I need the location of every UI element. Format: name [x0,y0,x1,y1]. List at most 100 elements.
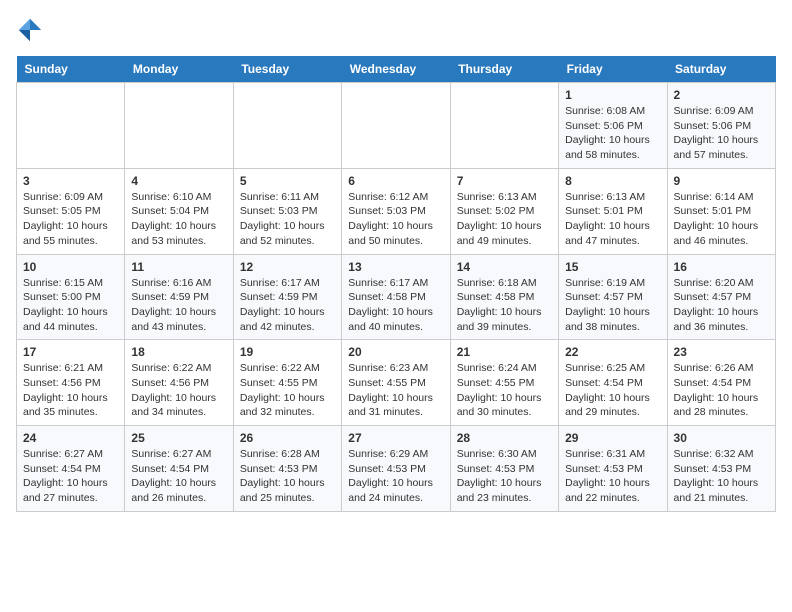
calendar-day-cell: 13 Sunrise: 6:17 AMSunset: 4:58 PMDayligh… [342,254,450,340]
day-number: 15 [565,260,660,274]
day-info: Sunrise: 6:17 AMSunset: 4:59 PMDaylight:… [240,276,335,335]
calendar-day-cell: 1 Sunrise: 6:08 AMSunset: 5:06 PMDaylight… [559,83,667,169]
day-info: Sunrise: 6:23 AMSunset: 4:55 PMDaylight:… [348,361,443,420]
calendar-day-cell [342,83,450,169]
day-info: Sunrise: 6:29 AMSunset: 4:53 PMDaylight:… [348,447,443,506]
day-number: 16 [674,260,769,274]
day-info: Sunrise: 6:22 AMSunset: 4:55 PMDaylight:… [240,361,335,420]
calendar-day-cell: 2 Sunrise: 6:09 AMSunset: 5:06 PMDaylight… [667,83,775,169]
day-number: 21 [457,345,552,359]
calendar-day-cell: 26 Sunrise: 6:28 AMSunset: 4:53 PMDayligh… [233,426,341,512]
day-number: 30 [674,431,769,445]
weekday-header-cell: Wednesday [342,56,450,83]
calendar-day-cell: 30 Sunrise: 6:32 AMSunset: 4:53 PMDayligh… [667,426,775,512]
day-number: 28 [457,431,552,445]
day-number: 7 [457,174,552,188]
calendar-day-cell: 25Sunrise: 6:27 AMSunset: 4:54 PMDayligh… [125,426,233,512]
calendar-day-cell: 19 Sunrise: 6:22 AMSunset: 4:55 PMDayligh… [233,340,341,426]
day-number: 13 [348,260,443,274]
day-info: Sunrise: 6:27 AMSunset: 4:54 PMDaylight:… [23,447,118,506]
day-info: Sunrise: 6:31 AMSunset: 4:53 PMDaylight:… [565,447,660,506]
calendar-day-cell: 9 Sunrise: 6:14 AMSunset: 5:01 PMDaylight… [667,168,775,254]
calendar-day-cell: 14 Sunrise: 6:18 AMSunset: 4:58 PMDayligh… [450,254,558,340]
calendar-week-row: 17 Sunrise: 6:21 AMSunset: 4:56 PMDayligh… [17,340,776,426]
weekday-header-cell: Friday [559,56,667,83]
day-number: 9 [674,174,769,188]
day-info: Sunrise: 6:14 AMSunset: 5:01 PMDaylight:… [674,190,769,249]
day-number: 6 [348,174,443,188]
calendar-day-cell: 22 Sunrise: 6:25 AMSunset: 4:54 PMDayligh… [559,340,667,426]
day-info: Sunrise: 6:13 AMSunset: 5:02 PMDaylight:… [457,190,552,249]
day-number: 29 [565,431,660,445]
calendar-week-row: 1 Sunrise: 6:08 AMSunset: 5:06 PMDaylight… [17,83,776,169]
day-info: Sunrise: 6:22 AMSunset: 4:56 PMDaylight:… [131,361,226,420]
day-number: 19 [240,345,335,359]
day-info: Sunrise: 6:09 AMSunset: 5:05 PMDaylight:… [23,190,118,249]
day-number: 3 [23,174,118,188]
day-number: 18 [131,345,226,359]
day-number: 2 [674,88,769,102]
logo-icon [16,16,44,44]
day-number: 5 [240,174,335,188]
day-number: 22 [565,345,660,359]
day-info: Sunrise: 6:20 AMSunset: 4:57 PMDaylight:… [674,276,769,335]
day-info: Sunrise: 6:21 AMSunset: 4:56 PMDaylight:… [23,361,118,420]
calendar-day-cell: 4Sunrise: 6:10 AMSunset: 5:04 PMDaylight… [125,168,233,254]
weekday-header-cell: Monday [125,56,233,83]
day-number: 24 [23,431,118,445]
calendar-day-cell: 24 Sunrise: 6:27 AMSunset: 4:54 PMDayligh… [17,426,125,512]
day-info: Sunrise: 6:18 AMSunset: 4:58 PMDaylight:… [457,276,552,335]
calendar-day-cell: 23Sunrise: 6:26 AMSunset: 4:54 PMDayligh… [667,340,775,426]
weekday-header-cell: Sunday [17,56,125,83]
weekday-header-cell: Thursday [450,56,558,83]
day-info: Sunrise: 6:13 AMSunset: 5:01 PMDaylight:… [565,190,660,249]
day-number: 10 [23,260,118,274]
calendar-day-cell: 28 Sunrise: 6:30 AMSunset: 4:53 PMDayligh… [450,426,558,512]
page-header [16,16,776,44]
calendar-table: SundayMondayTuesdayWednesdayThursdayFrid… [16,56,776,512]
day-number: 12 [240,260,335,274]
calendar-day-cell: 12 Sunrise: 6:17 AMSunset: 4:59 PMDayligh… [233,254,341,340]
day-info: Sunrise: 6:16 AMSunset: 4:59 PMDaylight:… [131,276,226,335]
calendar-day-cell: 16 Sunrise: 6:20 AMSunset: 4:57 PMDayligh… [667,254,775,340]
calendar-day-cell: 6 Sunrise: 6:12 AMSunset: 5:03 PMDaylight… [342,168,450,254]
calendar-day-cell: 7 Sunrise: 6:13 AMSunset: 5:02 PMDaylight… [450,168,558,254]
weekday-header-cell: Saturday [667,56,775,83]
day-info: Sunrise: 6:28 AMSunset: 4:53 PMDaylight:… [240,447,335,506]
day-info: Sunrise: 6:32 AMSunset: 4:53 PMDaylight:… [674,447,769,506]
day-info: Sunrise: 6:30 AMSunset: 4:53 PMDaylight:… [457,447,552,506]
day-number: 14 [457,260,552,274]
day-number: 1 [565,88,660,102]
day-info: Sunrise: 6:10 AMSunset: 5:04 PMDaylight:… [131,190,226,249]
calendar-day-cell: 3 Sunrise: 6:09 AMSunset: 5:05 PMDaylight… [17,168,125,254]
day-info: Sunrise: 6:24 AMSunset: 4:55 PMDaylight:… [457,361,552,420]
weekday-header-row: SundayMondayTuesdayWednesdayThursdayFrid… [17,56,776,83]
calendar-week-row: 3 Sunrise: 6:09 AMSunset: 5:05 PMDaylight… [17,168,776,254]
day-number: 8 [565,174,660,188]
day-number: 27 [348,431,443,445]
calendar-day-cell: 5Sunrise: 6:11 AMSunset: 5:03 PMDaylight… [233,168,341,254]
day-info: Sunrise: 6:26 AMSunset: 4:54 PMDaylight:… [674,361,769,420]
calendar-day-cell: 10Sunrise: 6:15 AMSunset: 5:00 PMDayligh… [17,254,125,340]
day-info: Sunrise: 6:27 AMSunset: 4:54 PMDaylight:… [131,447,226,506]
calendar-day-cell: 18 Sunrise: 6:22 AMSunset: 4:56 PMDayligh… [125,340,233,426]
day-info: Sunrise: 6:17 AMSunset: 4:58 PMDaylight:… [348,276,443,335]
logo [16,16,48,44]
weekday-header-cell: Tuesday [233,56,341,83]
day-number: 20 [348,345,443,359]
day-info: Sunrise: 6:12 AMSunset: 5:03 PMDaylight:… [348,190,443,249]
day-number: 11 [131,260,226,274]
day-info: Sunrise: 6:09 AMSunset: 5:06 PMDaylight:… [674,104,769,163]
calendar-day-cell [233,83,341,169]
calendar-day-cell [450,83,558,169]
day-info: Sunrise: 6:25 AMSunset: 4:54 PMDaylight:… [565,361,660,420]
calendar-day-cell: 8 Sunrise: 6:13 AMSunset: 5:01 PMDaylight… [559,168,667,254]
calendar-day-cell [125,83,233,169]
calendar-day-cell: 27 Sunrise: 6:29 AMSunset: 4:53 PMDayligh… [342,426,450,512]
day-info: Sunrise: 6:08 AMSunset: 5:06 PMDaylight:… [565,104,660,163]
day-number: 26 [240,431,335,445]
calendar-day-cell: 20 Sunrise: 6:23 AMSunset: 4:55 PMDayligh… [342,340,450,426]
calendar-day-cell: 17 Sunrise: 6:21 AMSunset: 4:56 PMDayligh… [17,340,125,426]
calendar-body: 1 Sunrise: 6:08 AMSunset: 5:06 PMDaylight… [17,83,776,512]
day-number: 17 [23,345,118,359]
